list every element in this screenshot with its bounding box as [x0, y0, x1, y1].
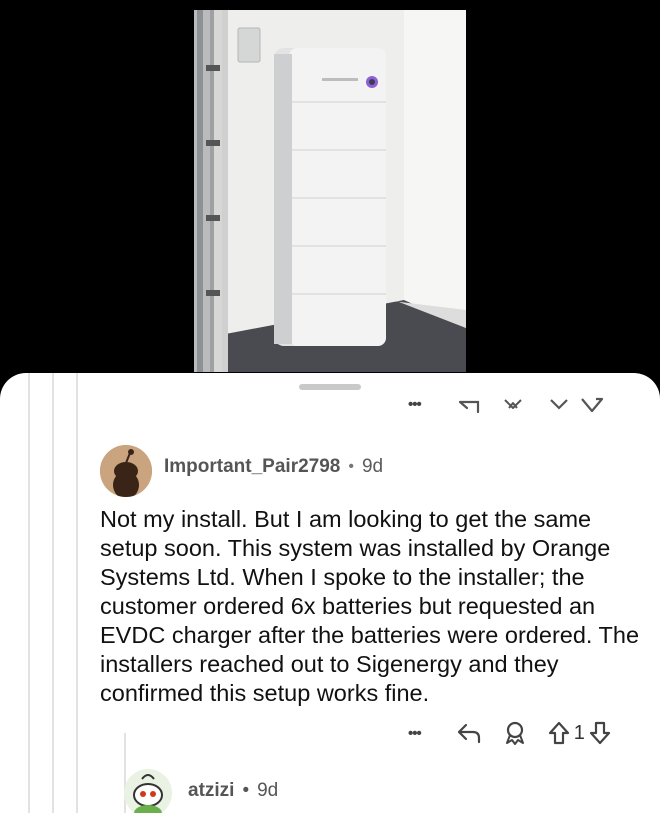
- thread-line[interactable]: [28, 373, 30, 813]
- reply-username[interactable]: atzizi: [188, 780, 234, 802]
- award-icon[interactable]: [501, 394, 527, 414]
- reply-icon[interactable]: [457, 394, 483, 414]
- downvote-icon[interactable]: [588, 720, 612, 746]
- upvote-icon[interactable]: [547, 394, 571, 414]
- vote-count: 1: [573, 721, 585, 744]
- comment-age: 9d: [361, 456, 384, 477]
- user-avatar[interactable]: [100, 445, 152, 497]
- upvote-icon[interactable]: [547, 720, 571, 746]
- thread-line[interactable]: [52, 373, 54, 813]
- award-icon[interactable]: [501, 720, 529, 746]
- meta-separator: •: [242, 780, 250, 801]
- comment-actions: ••• 1: [408, 720, 612, 746]
- comment-body: Not my install. But I am looking to get …: [100, 506, 640, 706]
- more-dots-icon[interactable]: •••: [408, 726, 422, 741]
- meta-separator: •: [348, 458, 354, 475]
- comments-sheet: ••• Important_Pair2798 • 9d Not my insta…: [0, 373, 660, 813]
- thread-line[interactable]: [76, 373, 78, 813]
- reply-age: 9d: [257, 780, 279, 801]
- downvote-icon[interactable]: [579, 393, 605, 415]
- reply-user-avatar[interactable]: [124, 769, 172, 813]
- reply-meta: atzizi • 9d: [188, 780, 278, 802]
- sheet-grabber[interactable]: [299, 384, 361, 390]
- post-photo[interactable]: [194, 10, 466, 372]
- previous-comment-actions: •••: [408, 393, 605, 415]
- reply-icon[interactable]: [455, 721, 483, 745]
- comment-meta: Important_Pair2798 • 9d: [164, 456, 383, 478]
- comment-username[interactable]: Important_Pair2798: [164, 456, 340, 478]
- more-dots-icon[interactable]: •••: [408, 397, 422, 412]
